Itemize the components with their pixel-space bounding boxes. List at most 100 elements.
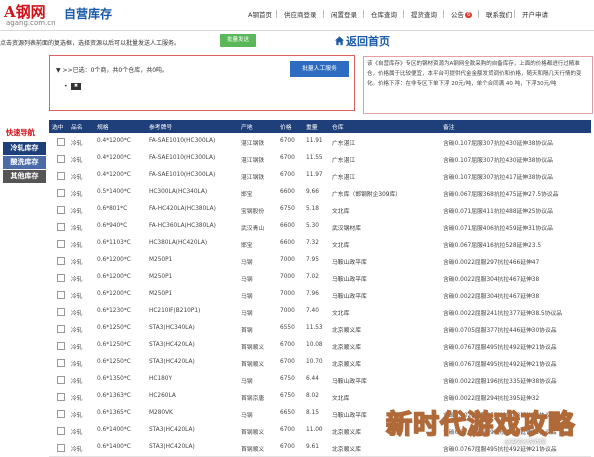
home-icon bbox=[334, 36, 345, 46]
nav-item-pickup-query[interactable]: 提货查询 bbox=[411, 9, 437, 19]
chevron-down-icon[interactable]: ▼ bbox=[56, 67, 61, 74]
table-row[interactable]: 冷轧 0.6*940*C FA-HC360LA(HC380LA) 武汉青山 6600 5.… bbox=[49, 218, 591, 236]
table-row[interactable]: 冷轧 0.6*1200*C M250P1 马钢 7000 7.95 马鞍山政平库 含碳0.00… bbox=[49, 252, 591, 270]
table-row[interactable]: 冷轧 0.6*1200*C M250P1 马钢 7000 7.02 马鞍山政平库 含碳0.00… bbox=[49, 269, 591, 287]
remove-selection-button[interactable]: ✖ bbox=[71, 83, 81, 90]
table-row[interactable]: 冷轧 0.4*1200*C FA-SAE1010(HC300LA) 湛江钢铁 6700 1… bbox=[49, 150, 591, 168]
nav-item-announcements-label: 公告 bbox=[451, 11, 464, 19]
notice-text: 该《自营库存》专区的钢材资源为A钢网全款采购的自备库存，上面的价格都进行过精准仓… bbox=[367, 61, 582, 88]
cell-warehouse: 文北库 bbox=[332, 243, 350, 249]
selection-bullet: • bbox=[64, 83, 68, 90]
row-select-checkbox[interactable] bbox=[57, 308, 65, 316]
table-row[interactable]: 冷轧 0.6*1250*C STA3(HC420LA) 首钢顺义 6700 10.08 北京… bbox=[49, 337, 591, 355]
table-row[interactable]: 冷轧 0.6*1350*C HC180Y 马钢 6750 6.44 马鞍山政平库 含碳0.00… bbox=[49, 371, 591, 389]
cell-product: 冷轧 bbox=[71, 379, 83, 385]
row-select-checkbox[interactable] bbox=[57, 189, 65, 197]
cell-spec: 0.6*1200*C bbox=[97, 291, 131, 297]
cell-weight: 10.08 bbox=[306, 342, 323, 348]
cell-origin: 宝钢股份 bbox=[241, 209, 265, 215]
row-select-checkbox[interactable] bbox=[57, 427, 65, 435]
cell-origin: 首钢京唐 bbox=[241, 396, 265, 402]
cell-grade: STA3(HC420LA) bbox=[149, 444, 195, 450]
nav-item-account-apply[interactable]: 开户申请 bbox=[522, 9, 548, 19]
nav-item-announcements[interactable]: 公告 6 bbox=[451, 9, 473, 19]
cell-grade: STA3(HC420LA) bbox=[149, 427, 195, 433]
cell-spec: 0.5*1400*C bbox=[97, 189, 131, 195]
nav-item-home[interactable]: A钢首页 bbox=[248, 9, 272, 19]
table-row[interactable]: 冷轧 0.6*1250*C STA3(HC340LA) 首钢 6550 11.53 北京顺义… bbox=[49, 320, 591, 338]
table-row[interactable]: 冷轧 0.6*1250*C STA3(HC420LA) 首钢顺义 6700 10.70 北京… bbox=[49, 354, 591, 372]
cell-warehouse: 广东湛江 bbox=[332, 141, 356, 147]
cell-grade: HC380LA(HC420LA) bbox=[149, 240, 208, 246]
cell-price: 7000 bbox=[280, 274, 295, 280]
cell-weight: 6.44 bbox=[306, 376, 319, 382]
row-select-checkbox[interactable] bbox=[57, 172, 65, 180]
cell-grade: HC210IF(B210P1) bbox=[149, 308, 201, 314]
table-row[interactable]: 冷轧 0.4*1200*C FA-SAE1010(HC300LA) 湛江钢铁 6700 1… bbox=[49, 167, 591, 185]
row-select-checkbox[interactable] bbox=[57, 274, 65, 282]
row-select-checkbox[interactable] bbox=[57, 410, 65, 418]
cell-product: 冷轧 bbox=[71, 226, 83, 232]
row-select-checkbox[interactable] bbox=[57, 393, 65, 401]
return-home-link[interactable]: 返回首页 bbox=[334, 33, 390, 49]
row-select-checkbox[interactable] bbox=[57, 376, 65, 384]
table-row[interactable]: 冷轧 0.6*1230*C HC210IF(B210P1) 马钢 7000 7.40 文北库… bbox=[49, 303, 591, 321]
row-select-checkbox[interactable] bbox=[57, 444, 65, 452]
cell-grade: STA3(HC420LA) bbox=[149, 342, 195, 348]
table-row[interactable]: 冷轧 0.6*1103*C HC380LA(HC420LA) 邯宝 6600 7.32 文北… bbox=[49, 235, 591, 253]
nav-item-idle-login[interactable]: 闲置登录 bbox=[331, 9, 357, 19]
row-select-checkbox[interactable] bbox=[57, 291, 65, 299]
cell-origin: 邯宝 bbox=[241, 192, 253, 198]
cell-origin: 湛江钢铁 bbox=[241, 158, 265, 164]
cell-weight: 8.02 bbox=[306, 393, 319, 399]
sidebar-item-pickled[interactable]: 酸洗库存 bbox=[3, 156, 46, 169]
cell-spec: 0.6*1230*C bbox=[97, 308, 131, 314]
selection-hint: 点击资源列表前面的复选框，选择资源以后可以批量发送人工服务。 bbox=[0, 40, 181, 47]
cell-weight: 7.40 bbox=[306, 308, 319, 314]
cell-warehouse: 马鞍山政平库 bbox=[332, 294, 367, 300]
table-row[interactable]: 冷轧 0.6*1200*C M250P1 马钢 7000 7.96 马鞍山政平库 含碳0.00… bbox=[49, 286, 591, 304]
nav-item-contact[interactable]: 联系我们 bbox=[486, 9, 512, 19]
nav-item-warehouse-query[interactable]: 仓库查询 bbox=[371, 9, 397, 19]
cell-spec: 0.6*1365*C bbox=[97, 410, 131, 416]
row-select-checkbox[interactable] bbox=[57, 138, 65, 146]
cell-price: 6600 bbox=[280, 240, 295, 246]
cell-origin: 湛江钢铁 bbox=[241, 175, 265, 181]
cell-price: 6700 bbox=[280, 172, 295, 178]
cell-warehouse: 马鞍山政平库 bbox=[332, 379, 367, 385]
cell-origin: 首钢顺义 bbox=[241, 430, 265, 436]
cell-product: 冷轧 bbox=[71, 311, 83, 317]
cell-product: 冷轧 bbox=[71, 294, 83, 300]
cell-spec: 0.6*1250*C bbox=[97, 359, 131, 365]
table-row[interactable]: 冷轧 0.4*1200*C FA-SAE1010(HC300LA) 湛江钢铁 6700 1… bbox=[49, 133, 591, 151]
cell-price: 6700 bbox=[280, 138, 295, 144]
site-logo[interactable]: A钢网 agang.com.cn bbox=[4, 2, 56, 28]
cell-remarks: 含碳0.0022屈服304抗拉467延伸38 bbox=[443, 294, 540, 300]
row-select-checkbox[interactable] bbox=[57, 342, 65, 350]
cell-grade: STA3(HC420LA) bbox=[149, 359, 195, 365]
row-select-checkbox[interactable] bbox=[57, 223, 65, 231]
column-header-weight: 重量 bbox=[306, 125, 318, 131]
row-select-checkbox[interactable] bbox=[57, 240, 65, 248]
batch-send-button[interactable]: 批量发送 bbox=[220, 34, 256, 47]
row-select-checkbox[interactable] bbox=[57, 155, 65, 163]
cell-weight: 7.02 bbox=[306, 274, 319, 280]
cell-warehouse: 文北库 bbox=[332, 311, 350, 317]
table-row[interactable]: 冷轧 0.5*1400*C HC300LA(HC340LA) 邯宝 6600 9.66 广东… bbox=[49, 184, 591, 202]
cell-grade: FA-HC360LA(HC380LA) bbox=[149, 223, 216, 229]
cell-spec: 0.6*1400*C bbox=[97, 444, 131, 450]
manual-service-button[interactable]: 批量人工服务 bbox=[290, 61, 349, 77]
cell-remarks: 含碳0.0022屈服297抗拉466延伸47 bbox=[443, 260, 540, 266]
cell-weight: 5.30 bbox=[306, 223, 319, 229]
sidebar-item-cold-rolled[interactable]: 冷轧库存 bbox=[3, 142, 46, 155]
row-select-checkbox[interactable] bbox=[57, 359, 65, 367]
cell-product: 冷轧 bbox=[71, 158, 83, 164]
nav-item-supplier-login[interactable]: 供应商登录 bbox=[284, 9, 317, 19]
row-select-checkbox[interactable] bbox=[57, 257, 65, 265]
row-select-checkbox[interactable] bbox=[57, 206, 65, 214]
table-row[interactable]: 冷轧 0.6*801*C FA-HC420LA(HC380LA) 宝钢股份 6750 5.… bbox=[49, 201, 591, 219]
cell-remarks: 含碳0.071屈服411抗拉488延伸25协议品 bbox=[443, 209, 553, 215]
row-select-checkbox[interactable] bbox=[57, 325, 65, 333]
column-header-spec: 规格 bbox=[97, 125, 109, 131]
sidebar-item-other[interactable]: 其他库存 bbox=[3, 170, 46, 183]
